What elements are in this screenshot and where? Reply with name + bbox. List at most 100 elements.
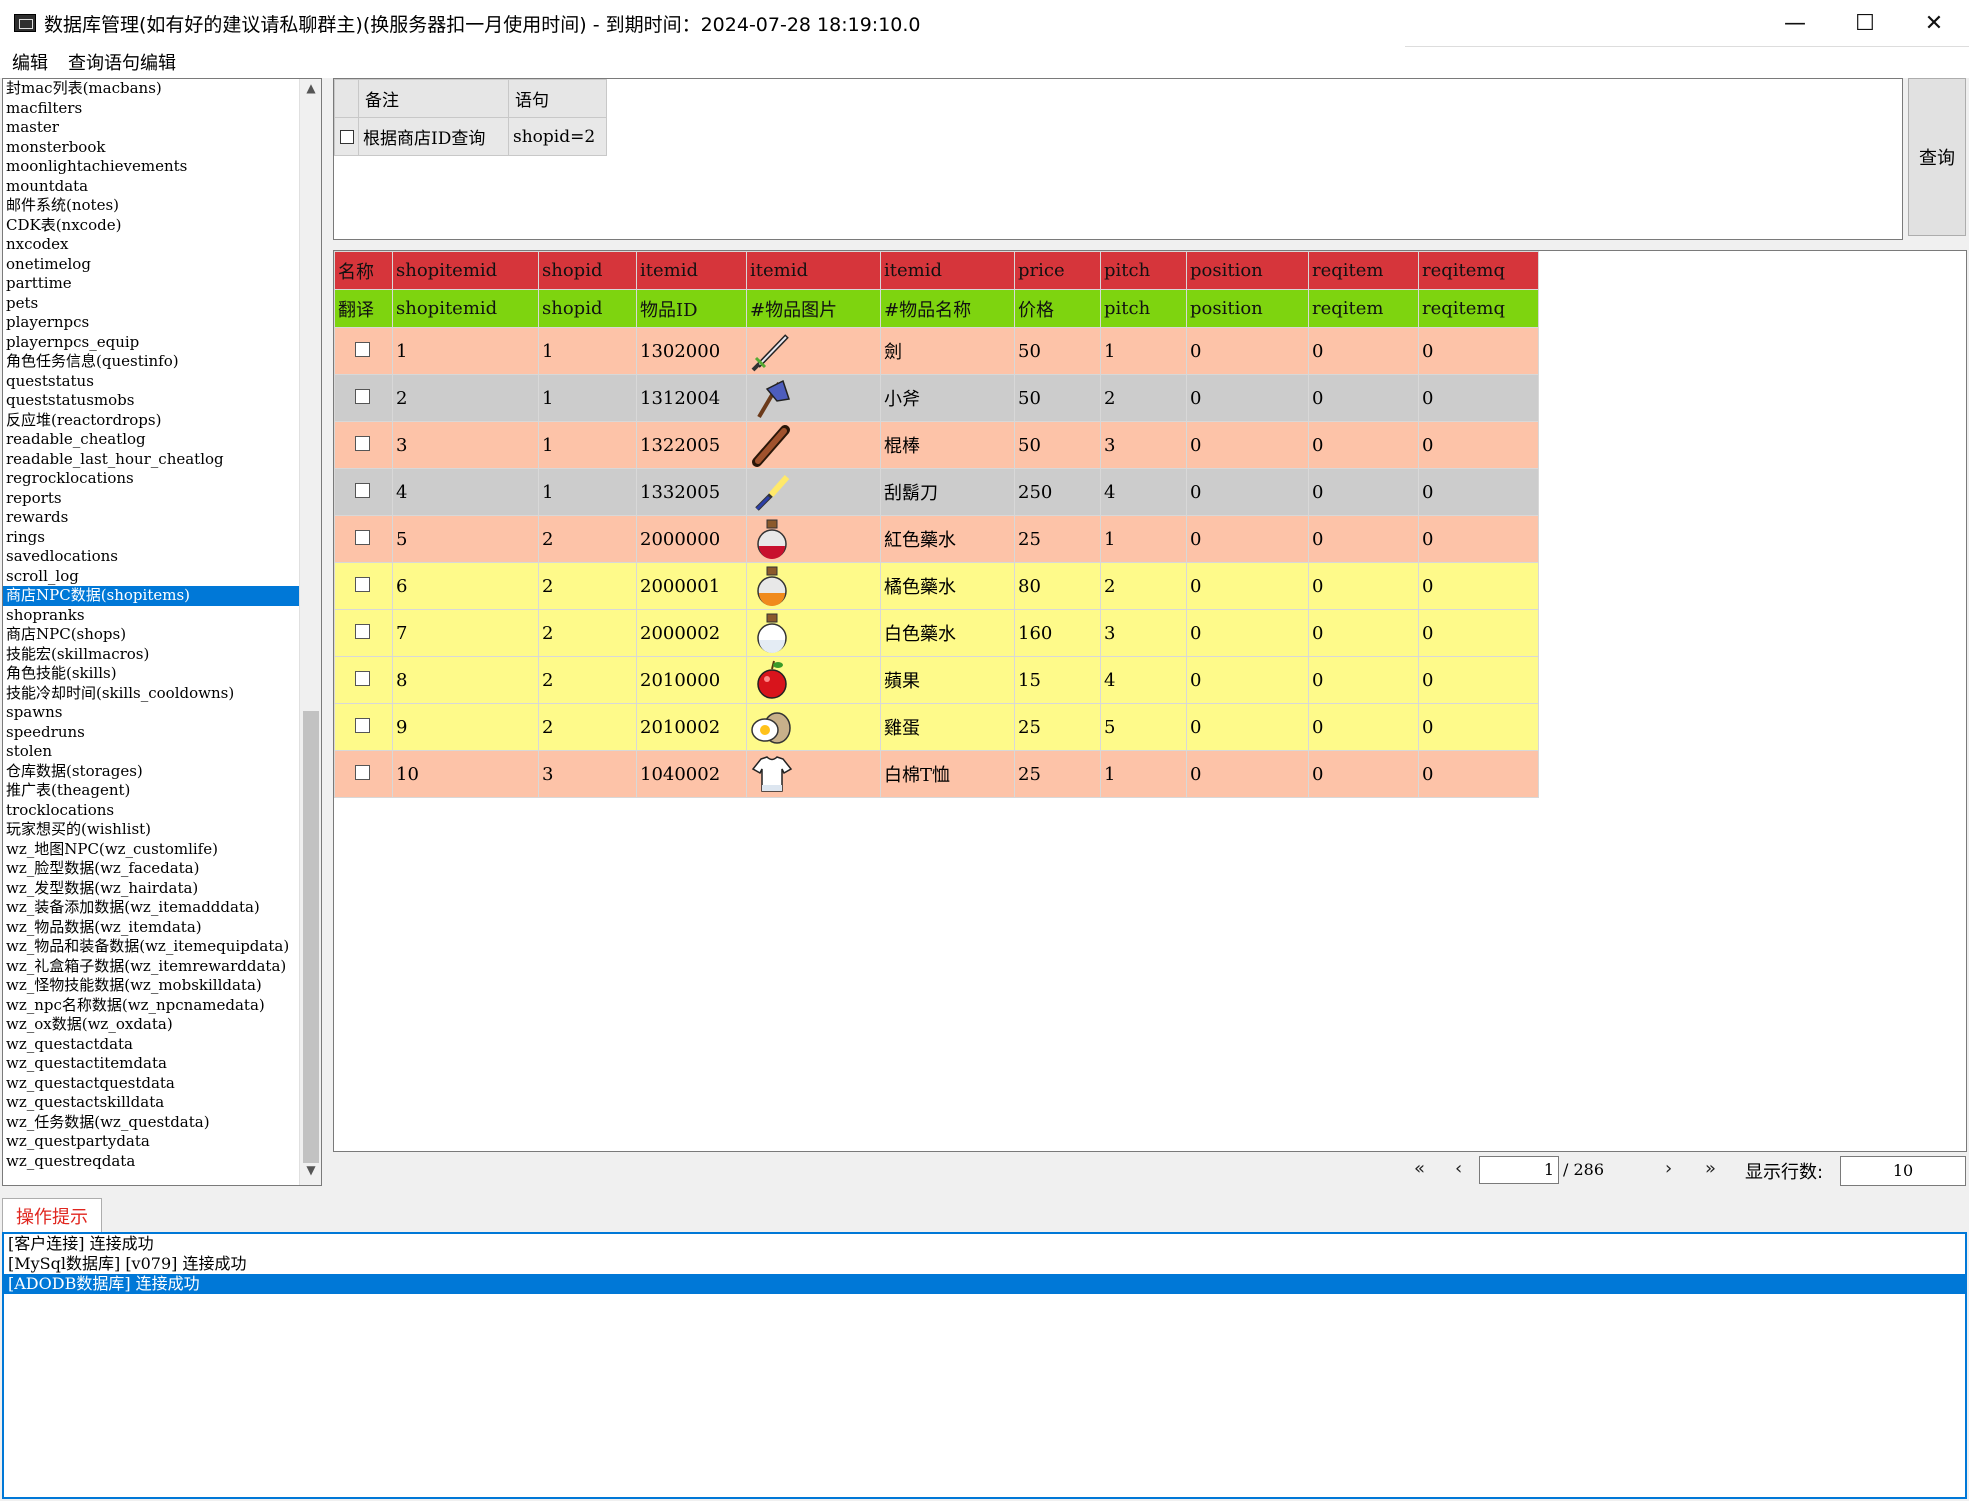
cell-reqitem[interactable]: 0	[1308, 327, 1419, 375]
cell-shopid[interactable]: 2	[538, 609, 637, 657]
table-list-item[interactable]: 封mac列表(macbans)	[3, 79, 299, 99]
cell-reqitemq[interactable]: 0	[1418, 609, 1539, 657]
table-list-item[interactable]: playernpcs	[3, 313, 299, 333]
table-list-item[interactable]: moonlightachievements	[3, 157, 299, 177]
table-list-item[interactable]: 技能冷却时间(skills_cooldowns)	[3, 684, 299, 704]
cell-reqitem[interactable]: 0	[1308, 656, 1419, 704]
cell-reqitem[interactable]: 0	[1308, 750, 1419, 798]
tab-operation-hints[interactable]: 操作提示	[2, 1198, 102, 1232]
table-list-item[interactable]: trocklocations	[3, 801, 299, 821]
cell-name[interactable]: 棍棒	[880, 421, 1015, 469]
next-page-button[interactable]: ›	[1665, 1158, 1672, 1179]
cell-shopid[interactable]: 1	[538, 421, 637, 469]
grid-header-cell[interactable]: shopitemid	[392, 289, 539, 328]
row-checkbox[interactable]	[355, 341, 370, 357]
log-line[interactable]: [客户连接] 连接成功	[4, 1234, 1965, 1254]
grid-header-cell[interactable]: reqitem	[1308, 289, 1419, 328]
table-row[interactable]: 2 1 1312004 小斧 50 2 0 0 0	[334, 374, 1539, 422]
table-list-item[interactable]: wz_脸型数据(wz_facedata)	[3, 859, 299, 879]
cell-pitch[interactable]: 4	[1100, 468, 1187, 516]
row-select-cell[interactable]	[334, 562, 393, 610]
item-image-cell[interactable]	[746, 656, 881, 704]
row-checkbox[interactable]	[355, 764, 370, 780]
grid-header-cell[interactable]: position	[1186, 289, 1309, 328]
cell-position[interactable]: 0	[1186, 750, 1309, 798]
log-line[interactable]: [ADODB数据库] 连接成功	[4, 1274, 1965, 1294]
table-list-item[interactable]: stolen	[3, 742, 299, 762]
row-select-cell[interactable]	[334, 468, 393, 516]
cell-position[interactable]: 0	[1186, 656, 1309, 704]
row-select-cell[interactable]	[334, 609, 393, 657]
row-select-cell[interactable]	[334, 421, 393, 469]
cell-price[interactable]: 50	[1014, 421, 1101, 469]
row-checkbox[interactable]	[355, 482, 370, 498]
cell-pitch[interactable]: 5	[1100, 703, 1187, 751]
cell-position[interactable]: 0	[1186, 374, 1309, 422]
cell-position[interactable]: 0	[1186, 327, 1309, 375]
grid-header-cell[interactable]: reqitemq	[1418, 289, 1539, 328]
row-select-cell[interactable]	[334, 656, 393, 704]
table-list-item[interactable]: nxcodex	[3, 235, 299, 255]
cell-reqitemq[interactable]: 0	[1418, 562, 1539, 610]
cell-reqitem[interactable]: 0	[1308, 374, 1419, 422]
table-list-item[interactable]: playernpcs_equip	[3, 333, 299, 353]
cell-position[interactable]: 0	[1186, 421, 1309, 469]
grid-header-cell[interactable]: itemid	[880, 251, 1015, 290]
scroll-up-icon[interactable]: ▲	[300, 81, 321, 101]
table-list-item[interactable]: macfilters	[3, 99, 299, 119]
cell-itemid[interactable]: 2010000	[636, 656, 747, 704]
cell-reqitemq[interactable]: 0	[1418, 515, 1539, 563]
table-list-item[interactable]: wz_礼盒箱子数据(wz_itemrewarddata)	[3, 957, 299, 977]
table-list-item[interactable]: shopranks	[3, 606, 299, 626]
grid-header-cell[interactable]: itemid	[636, 251, 747, 290]
table-list-item[interactable]: readable_cheatlog	[3, 430, 299, 450]
cell-name[interactable]: 小斧	[880, 374, 1015, 422]
cell-reqitem[interactable]: 0	[1308, 468, 1419, 516]
cell-pitch[interactable]: 2	[1100, 562, 1187, 610]
row-select-cell[interactable]	[334, 750, 393, 798]
table-list-item[interactable]: spawns	[3, 703, 299, 723]
cell-price[interactable]: 50	[1014, 374, 1101, 422]
item-image-cell[interactable]	[746, 562, 881, 610]
table-list-item[interactable]: 推广表(theagent)	[3, 781, 299, 801]
grid-header-cell[interactable]: reqitemq	[1418, 251, 1539, 290]
table-list-item[interactable]: queststatusmobs	[3, 391, 299, 411]
cell-pitch[interactable]: 4	[1100, 656, 1187, 704]
table-list-item[interactable]: wz_任务数据(wz_questdata)	[3, 1113, 299, 1133]
minimize-button[interactable]: —	[1760, 0, 1830, 46]
row-checkbox[interactable]	[355, 388, 370, 404]
cell-price[interactable]: 250	[1014, 468, 1101, 516]
cell-shopitemid[interactable]: 1	[392, 327, 539, 375]
item-image-cell[interactable]	[746, 703, 881, 751]
cell-name[interactable]: 白色藥水	[880, 609, 1015, 657]
table-list-item[interactable]: monsterbook	[3, 138, 299, 158]
cell-shopitemid[interactable]: 5	[392, 515, 539, 563]
item-image-cell[interactable]	[746, 374, 881, 422]
table-row[interactable]: 3 1 1322005 棍棒 50 3 0 0 0	[334, 421, 1539, 469]
table-list-item[interactable]: parttime	[3, 274, 299, 294]
table-row[interactable]: 1 1 1302000 劍 50 1 0 0 0	[334, 327, 1539, 375]
cell-position[interactable]: 0	[1186, 609, 1309, 657]
cell-shopid[interactable]: 2	[538, 562, 637, 610]
cell-name[interactable]: 雞蛋	[880, 703, 1015, 751]
row-select-cell[interactable]	[334, 374, 393, 422]
cell-reqitem[interactable]: 0	[1308, 515, 1419, 563]
cell-position[interactable]: 0	[1186, 468, 1309, 516]
grid-header-cell[interactable]: #物品图片	[746, 289, 881, 328]
prev-page-button[interactable]: ‹	[1455, 1158, 1462, 1179]
table-list-item[interactable]: wz_ox数据(wz_oxdata)	[3, 1015, 299, 1035]
table-list-item[interactable]: queststatus	[3, 372, 299, 392]
cell-itemid[interactable]: 1332005	[636, 468, 747, 516]
cell-reqitemq[interactable]: 0	[1418, 656, 1539, 704]
table-list-item[interactable]: onetimelog	[3, 255, 299, 275]
table-list-item[interactable]: readable_last_hour_cheatlog	[3, 450, 299, 470]
cell-price[interactable]: 25	[1014, 703, 1101, 751]
cell-pitch[interactable]: 1	[1100, 327, 1187, 375]
grid-header-cell[interactable]: 价格	[1014, 289, 1101, 328]
cell-position[interactable]: 0	[1186, 562, 1309, 610]
grid-header-cell[interactable]: 名称	[334, 251, 393, 290]
table-list-item[interactable]: wz_物品和装备数据(wz_itemequipdata)	[3, 937, 299, 957]
row-checkbox[interactable]	[355, 576, 370, 592]
table-list-item[interactable]: CDK表(nxcode)	[3, 216, 299, 236]
table-list-item[interactable]: rewards	[3, 508, 299, 528]
